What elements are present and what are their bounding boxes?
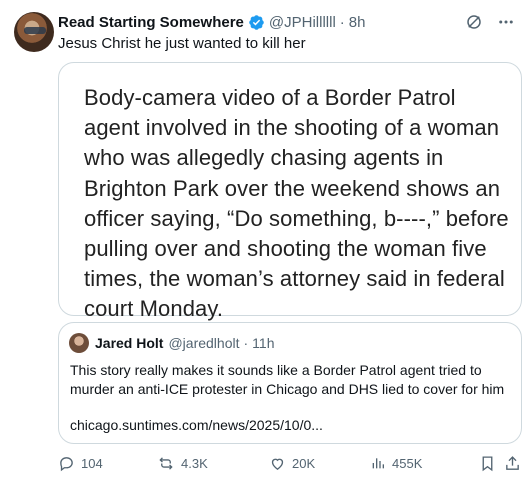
repost-count: 4.3K	[181, 456, 208, 471]
header-actions	[465, 13, 515, 31]
more-icon[interactable]	[497, 13, 515, 31]
bookmark-icon	[479, 455, 496, 472]
reply-button[interactable]: 104	[58, 455, 103, 472]
quote-timestamp: 11h	[252, 335, 275, 351]
share-button[interactable]	[504, 455, 521, 472]
quote-avatar	[69, 333, 89, 353]
author-name[interactable]: Read Starting Somewhere	[58, 14, 244, 31]
quote-author-name: Jared Holt	[95, 335, 164, 351]
quote-handle: @jaredlholt	[168, 335, 240, 351]
repost-icon	[157, 455, 175, 472]
views-icon	[370, 455, 386, 471]
quoted-tweet[interactable]: Jared Holt @jaredlholt · 11h This story …	[58, 322, 522, 444]
like-button[interactable]: 20K	[269, 455, 315, 472]
reply-icon	[58, 455, 75, 472]
reply-count: 104	[81, 456, 103, 471]
tweet-header: Read Starting Somewhere @JPHillllll · 8h	[58, 12, 515, 32]
repost-button[interactable]: 4.3K	[157, 455, 208, 472]
views-button[interactable]: 455K	[370, 455, 422, 471]
like-count: 20K	[292, 456, 316, 471]
avatar-detail	[24, 27, 46, 34]
bookmark-button[interactable]	[479, 455, 496, 472]
action-bar: 104 4.3K 20K 455K	[58, 455, 519, 475]
tweet-text: Jesus Christ he just wanted to kill her	[58, 35, 306, 52]
tweet-timestamp[interactable]: 8h	[349, 14, 366, 31]
like-icon	[269, 455, 286, 472]
separator-dot: ·	[243, 335, 249, 351]
separator-dot: ·	[339, 13, 345, 31]
author-avatar[interactable]	[14, 12, 54, 52]
quote-header: Jared Holt @jaredlholt · 11h	[69, 333, 275, 353]
quote-link[interactable]: chicago.suntimes.com/news/2025/10/0...	[70, 416, 323, 435]
verified-badge-icon	[248, 14, 265, 31]
image-quote-text: Body-camera video of a Border Patrol age…	[84, 85, 509, 322]
attached-image[interactable]: Body-camera video of a Border Patrol age…	[58, 62, 522, 321]
quote-text: This story really makes it sounds like a…	[70, 362, 505, 397]
author-handle[interactable]: @JPHillllll	[269, 14, 336, 31]
share-icon	[504, 455, 521, 472]
views-count: 455K	[392, 455, 423, 471]
grok-icon[interactable]	[465, 13, 483, 31]
